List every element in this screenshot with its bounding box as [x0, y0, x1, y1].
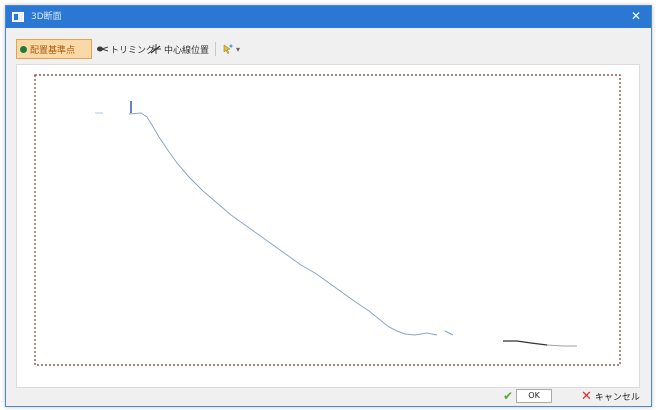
cancel-x-icon: ✕: [581, 388, 592, 404]
ok-label: OK: [516, 389, 553, 403]
app-icon: [12, 12, 24, 22]
tool-trimming[interactable]: トリミング: [96, 39, 155, 59]
dropdown-arrow-icon[interactable]: ▾: [236, 45, 240, 54]
ground-profile-line: [128, 112, 438, 336]
tool-placement-point[interactable]: 配置基準点: [16, 39, 92, 59]
cancel-button[interactable]: ✕ キャンセル: [581, 388, 645, 404]
tool-label: 配置基準点: [30, 45, 76, 56]
pointer-icon: [223, 44, 233, 54]
check-icon: ✔: [503, 389, 514, 403]
tool-label: 中心線位置: [164, 45, 210, 56]
title-bar[interactable]: 3D断面 ✕: [6, 6, 651, 28]
cancel-label: キャンセル: [594, 392, 640, 403]
tool-pointer[interactable]: ▾: [222, 39, 240, 59]
tool-label: トリミング: [110, 45, 156, 56]
tool-centerline[interactable]: 中心線位置: [150, 39, 209, 59]
profile-segment: [444, 330, 454, 336]
drawing-frame: [34, 74, 621, 366]
section-canvas[interactable]: [16, 64, 640, 388]
profile-drawing: [34, 74, 621, 366]
toolbar: 配置基準点 トリミング 中心線位置 ▾: [16, 39, 316, 61]
profile-segment-dark: [503, 340, 548, 346]
dialog-footer: ✔ OK ✕ キャンセル: [6, 384, 651, 406]
profile-segment: [546, 344, 577, 347]
close-button[interactable]: ✕: [629, 9, 643, 24]
dialog-window: 3D断面 ✕ 配置基準点 トリミング 中心線位置 ▾ ✔ OK ✕ キャンセル: [5, 5, 652, 407]
toolbar-divider: [215, 42, 216, 56]
window-title: 3D断面: [31, 12, 62, 22]
trim-icon: [97, 46, 108, 52]
ok-button[interactable]: ✔ OK: [503, 388, 577, 404]
point-icon: [20, 45, 27, 53]
centerline-icon: [150, 44, 161, 54]
